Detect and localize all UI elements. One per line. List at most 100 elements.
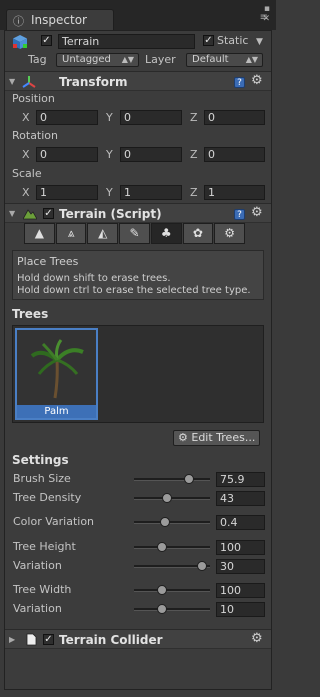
trees-heading: Trees — [12, 307, 49, 321]
rotation-z-label[interactable]: Z — [190, 148, 198, 161]
settings-icon[interactable]: ⚙ — [214, 223, 246, 244]
terrain-collider-enabled-checkbox[interactable]: ✓ — [43, 634, 54, 645]
terrain-icon — [23, 209, 37, 220]
transform-axes-icon — [22, 76, 36, 88]
tree-item-label: Palm — [17, 405, 96, 418]
paint-height-icon[interactable]: ⩓ — [55, 223, 87, 244]
position-x-label[interactable]: X — [22, 111, 30, 124]
terrain-script-enabled-checkbox[interactable]: ✓ — [43, 208, 54, 219]
info-icon: ⓘ — [13, 15, 24, 28]
settings-heading: Settings — [12, 453, 69, 467]
tab-label: Inspector — [31, 13, 87, 27]
color-variation-field[interactable]: 0.4 — [216, 515, 265, 530]
document-icon — [26, 633, 37, 646]
position-y-label[interactable]: Y — [106, 111, 113, 124]
rotation-x-field[interactable]: 0 — [36, 147, 98, 162]
gear-icon[interactable]: ⚙ — [251, 631, 263, 646]
terrain-collider-header[interactable]: ▶ ✓ Terrain Collider ⚙ — [5, 629, 271, 649]
foldout-collapsed-icon[interactable]: ▶ — [9, 635, 15, 644]
width-variation-slider[interactable] — [134, 608, 210, 611]
help-line-shift: Hold down shift to erase trees. — [17, 273, 171, 284]
position-y-field[interactable]: 0 — [120, 110, 182, 125]
width-variation-field[interactable]: 10 — [216, 602, 265, 617]
scale-y-field[interactable]: 1 — [120, 185, 182, 200]
terrain-collider-title: Terrain Collider — [59, 633, 163, 647]
edit-trees-button[interactable]: ⚙ Edit Trees... — [173, 430, 261, 446]
smooth-height-icon[interactable]: ◭ — [87, 223, 119, 244]
chevron-down-icon: ▲▼ — [245, 55, 258, 64]
layer-label: Layer — [145, 53, 176, 66]
gameobject-cube-icon — [13, 35, 27, 49]
rotation-x-label[interactable]: X — [22, 148, 30, 161]
object-name-field[interactable]: Terrain — [58, 34, 195, 49]
tree-width-label: Tree Width — [13, 583, 72, 596]
foldout-expanded-icon[interactable]: ▼ — [9, 209, 15, 218]
gear-icon[interactable]: ⚙ — [251, 73, 263, 88]
static-label: Static — [217, 34, 249, 47]
paint-texture-icon[interactable]: ✎ — [119, 223, 150, 244]
help-icon[interactable]: ? — [234, 77, 245, 88]
height-variation-field[interactable]: 30 — [216, 559, 265, 574]
foldout-expanded-icon[interactable]: ▼ — [9, 77, 15, 86]
rotation-y-field[interactable]: 0 — [120, 147, 182, 162]
inspector-tab[interactable]: ⓘ Inspector — [6, 9, 114, 30]
object-active-checkbox[interactable]: ✓ — [41, 35, 52, 46]
transform-header[interactable]: ▼ Transform ? ⚙ — [5, 71, 271, 91]
tree-density-label: Tree Density — [13, 491, 82, 504]
position-x-field[interactable]: 0 — [36, 110, 98, 125]
help-title: Place Trees — [17, 255, 79, 268]
scale-z-field[interactable]: 1 — [204, 185, 265, 200]
window-tab-bar: ⓘ Inspector ▪ ✕ ≡ — [0, 0, 276, 30]
tag-label: Tag — [28, 53, 47, 66]
paint-details-icon[interactable]: ✿ — [182, 223, 214, 244]
position-z-field[interactable]: 0 — [204, 110, 265, 125]
tree-density-field[interactable]: 43 — [216, 491, 265, 506]
scale-y-label[interactable]: Y — [106, 186, 113, 199]
tree-prototype-list: Palm — [12, 325, 264, 423]
height-variation-label: Variation — [13, 559, 62, 572]
tree-height-slider[interactable] — [134, 546, 210, 549]
palm-tree-thumbnail — [17, 330, 96, 405]
terrain-tool-strip: ▲ ⩓ ◭ ✎ ♣ ✿ ⚙ — [24, 223, 246, 245]
gear-icon: ⚙ — [178, 431, 188, 444]
position-z-label[interactable]: Z — [190, 111, 198, 124]
scale-label: Scale — [12, 167, 42, 180]
scale-x-field[interactable]: 1 — [36, 185, 98, 200]
scale-x-label[interactable]: X — [22, 186, 30, 199]
chevron-down-icon: ▲▼ — [121, 55, 134, 64]
tree-width-slider[interactable] — [134, 589, 210, 592]
layer-dropdown[interactable]: Default ▲▼ — [186, 53, 263, 67]
gear-icon[interactable]: ⚙ — [251, 205, 263, 220]
color-variation-slider[interactable] — [134, 521, 210, 524]
tree-item-palm[interactable]: Palm — [15, 328, 98, 420]
height-variation-slider-thumb[interactable] — [196, 561, 207, 571]
static-checkbox[interactable]: ✓ — [203, 35, 214, 46]
scale-z-label[interactable]: Z — [190, 186, 198, 199]
terrain-script-header[interactable]: ▼ ✓ Terrain (Script) ? ⚙ — [5, 203, 271, 223]
tree-width-field[interactable]: 100 — [216, 583, 265, 598]
tag-value: Untagged — [62, 54, 111, 65]
rotation-z-field[interactable]: 0 — [204, 147, 265, 162]
position-label: Position — [12, 92, 55, 105]
rotation-y-label[interactable]: Y — [106, 148, 113, 161]
help-icon[interactable]: ? — [234, 209, 245, 220]
layer-value: Default — [192, 54, 229, 65]
tag-dropdown[interactable]: Untagged ▲▼ — [56, 53, 139, 67]
edit-trees-label: Edit Trees... — [191, 431, 256, 444]
static-dropdown-arrow-icon[interactable]: ▼ — [256, 37, 263, 47]
brush-size-slider[interactable] — [134, 478, 210, 481]
tree-height-label: Tree Height — [13, 540, 76, 553]
color-variation-label: Color Variation — [13, 515, 95, 528]
help-line-ctrl: Hold down ctrl to erase the selected tre… — [17, 285, 251, 296]
rotation-label: Rotation — [12, 129, 59, 142]
terrain-script-title: Terrain (Script) — [59, 207, 162, 221]
brush-size-field[interactable]: 75.9 — [216, 472, 265, 487]
width-variation-label: Variation — [13, 602, 62, 615]
tree-height-field[interactable]: 100 — [216, 540, 265, 555]
tool-help-box: Place Trees Hold down shift to erase tre… — [12, 250, 264, 300]
tab-menu-icon[interactable]: ≡ — [260, 12, 268, 23]
transform-title: Transform — [59, 75, 128, 89]
raise-lower-icon[interactable]: ▲ — [24, 223, 55, 244]
brush-size-label: Brush Size — [13, 472, 71, 485]
place-trees-icon[interactable]: ♣ — [150, 223, 182, 244]
